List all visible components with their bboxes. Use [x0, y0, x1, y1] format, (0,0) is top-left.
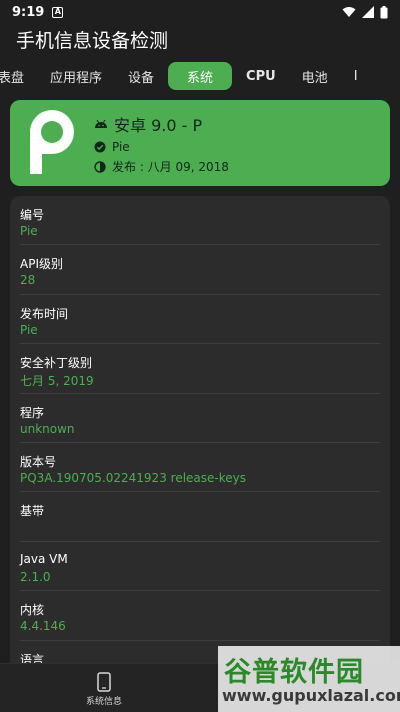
info-label: 安全补丁级别 — [20, 356, 93, 371]
android-pie-logo — [30, 110, 74, 174]
release-clock-icon — [94, 160, 106, 173]
verified-check-icon — [94, 141, 106, 153]
info-value: unknown — [20, 421, 75, 436]
info-value: 28 — [20, 273, 36, 288]
info-label: 发布时间 — [20, 306, 69, 321]
notification-icon: A — [52, 6, 64, 18]
info-row-build-number: 版本号 PQ3A.190705.02241923 release-keys — [20, 443, 380, 493]
info-value: 七月 5, 2019 — [20, 374, 94, 389]
phone-icon — [97, 672, 111, 692]
os-summary-card: 安卓 9.0 - P Pie 发布 : 八月 09, 2018 — [10, 100, 390, 186]
info-row-bootloader: 程序 unknown — [20, 394, 380, 443]
info-value: Pie — [20, 224, 38, 238]
tab-dashboard[interactable]: 表盘 — [0, 62, 36, 90]
info-label: 基带 — [20, 504, 45, 519]
battery-icon — [380, 5, 388, 18]
tab-system[interactable]: 系统 — [168, 62, 233, 90]
app-title: 手机信息设备检测 — [16, 30, 169, 52]
info-value: 4.4.146 — [20, 619, 66, 634]
tab-more[interactable]: I — [342, 62, 370, 90]
info-label: 程序 — [20, 405, 45, 420]
os-codename-text: Pie — [112, 140, 130, 154]
watermark-brand: 谷普软件园 — [224, 657, 364, 688]
info-label: 内核 — [20, 603, 45, 618]
info-label: 版本号 — [20, 454, 57, 469]
signal-icon — [362, 6, 374, 18]
info-label: Java VM — [20, 551, 68, 566]
android-icon — [95, 119, 107, 128]
os-codename-line: Pie — [94, 140, 229, 154]
tab-bar: 表盘 应用程序 设备 系统 CPU 电池 I — [0, 60, 400, 92]
os-version-text: 安卓 9.0 - P — [114, 116, 203, 135]
os-release-text: 发布 : 八月 09, 2018 — [112, 160, 229, 174]
status-icons — [342, 5, 388, 19]
info-value: Pie — [20, 322, 38, 337]
info-row-release-date: 发布时间 Pie — [20, 295, 380, 345]
info-label: API级别 — [20, 257, 63, 272]
os-version-line: 安卓 9.0 - P — [94, 112, 229, 136]
nav-system-info[interactable]: 系统信息 — [74, 668, 134, 707]
info-row-baseband: 基带 — [20, 492, 380, 542]
info-row-security-patch: 安全补丁级别 七月 5, 2019 — [20, 344, 380, 394]
watermark-url: www.gupuxlazal.com — [222, 686, 400, 705]
wifi-icon — [342, 7, 356, 17]
nav-system-info-label: 系统信息 — [85, 697, 122, 707]
info-row-kernel: 内核 4.4.146 — [20, 591, 380, 641]
tab-device[interactable]: 设备 — [116, 62, 166, 90]
os-release-line: 发布 : 八月 09, 2018 — [94, 158, 229, 175]
tab-apps[interactable]: 应用程序 — [38, 62, 114, 90]
status-bar: 9:19 A — [0, 0, 400, 24]
status-time: 9:19 — [12, 4, 45, 20]
system-info-list: 编号 Pie API级别 28 发布时间 Pie 安全补丁级别 七月 5, 20… — [10, 196, 390, 666]
tab-cpu[interactable]: CPU — [234, 62, 288, 90]
info-value: PQ3A.190705.02241923 release-keys — [20, 470, 246, 485]
tab-battery[interactable]: 电池 — [290, 62, 340, 90]
info-value: 2.1.0 — [20, 569, 51, 584]
os-summary-lines: 安卓 9.0 - P Pie 发布 : 八月 09, 2018 — [94, 112, 229, 179]
info-row-java-vm: Java VM 2.1.0 — [20, 542, 380, 592]
info-label: 编号 — [20, 208, 45, 222]
watermark: 谷普软件园 www.gupuxlazal.com — [218, 646, 400, 712]
info-row-api-level: API级别 28 — [20, 245, 380, 295]
info-row-codename: 编号 Pie — [20, 196, 380, 246]
